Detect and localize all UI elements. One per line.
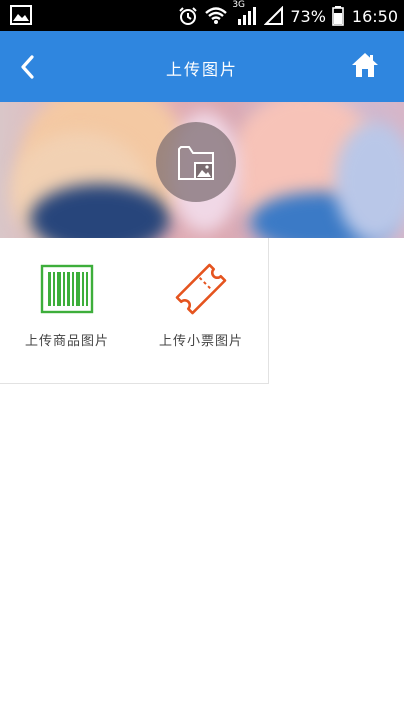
upload-folder-button[interactable]	[156, 122, 236, 202]
battery-icon	[332, 6, 344, 26]
cell-signal-icon: 3G	[232, 0, 258, 26]
no-signal-icon	[264, 6, 284, 26]
home-icon	[352, 53, 378, 77]
wifi-icon	[204, 6, 228, 26]
page-title: 上传图片	[165, 60, 238, 79]
gallery-notification-icon	[10, 5, 32, 29]
image-folder-icon	[178, 146, 214, 180]
tile-label: 上传商品图片	[24, 334, 109, 349]
ticket-icon	[175, 263, 227, 315]
alarm-icon	[178, 6, 198, 26]
upload-options-grid: 上传商品图片 上传小票图片	[0, 238, 404, 384]
tile-label: 上传小票图片	[158, 334, 243, 349]
upload-product-image-tile[interactable]: 上传商品图片	[0, 238, 135, 384]
battery-percent: 73%	[290, 6, 326, 26]
barcode-icon	[40, 264, 94, 314]
network-type: 3G	[232, 0, 246, 10]
status-bar: 3G 73% 16:50	[0, 0, 404, 31]
upload-receipt-image-tile[interactable]: 上传小票图片	[134, 238, 269, 384]
app-header: 上传图片	[0, 31, 404, 102]
clock-time: 16:50	[351, 6, 398, 26]
home-button[interactable]	[350, 51, 380, 79]
status-indicators: 3G 73% 16:50	[178, 0, 398, 28]
